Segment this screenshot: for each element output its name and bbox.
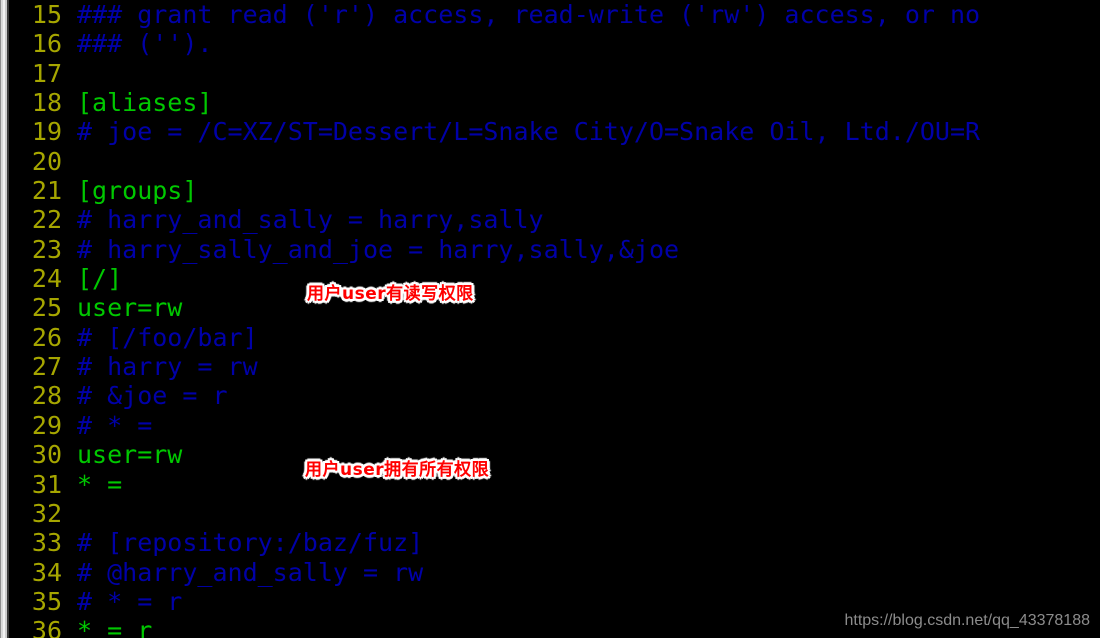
code-text: # harry = rw [77,352,258,382]
code-text: # [/foo/bar] [77,322,258,352]
code-text: # @harry_and_sally = rw [77,557,424,587]
line-number: 22 [31,205,62,235]
code-text: [/] [77,264,123,294]
line-number: 29 [31,410,62,440]
code-text: user=rw [77,440,183,470]
code-line[interactable]: 34 # @harry_and_sally = rw [9,558,1100,587]
code-line[interactable]: 18 [aliases] [9,88,1100,117]
line-number: 24 [31,264,62,294]
line-number: 15 [31,0,62,29]
window-left-border [0,0,9,638]
code-line[interactable]: 19 # joe = /C=XZ/ST=Dessert/L=Snake City/… [9,117,1100,146]
code-text: * = [77,469,123,499]
code-text: user=rw [77,293,183,323]
line-number: 27 [31,352,62,382]
code-text: [groups] [77,176,198,206]
code-text: # * = [77,410,153,440]
code-text: # * = r [77,586,183,616]
code-line[interactable]: 25 user=rw [9,293,1100,322]
line-number: 20 [31,146,62,176]
line-number: 31 [31,469,62,499]
line-number: 16 [31,29,62,59]
code-text: * = r [77,616,153,638]
code-line[interactable]: 31 * = [9,470,1100,499]
code-text: [aliases] [77,88,213,118]
line-number: 21 [31,176,62,206]
line-number: 26 [31,322,62,352]
code-line[interactable]: 23 # harry_sally_and_joe = harry,sally,&j… [9,235,1100,264]
code-text: # harry_and_sally = harry,sally [77,205,544,235]
line-number: 34 [31,557,62,587]
code-line[interactable]: 16 ### (''). [9,29,1100,58]
code-viewport[interactable]: 15 ### grant read ('r') access, read-writ… [9,0,1100,638]
line-number: 18 [31,88,62,118]
code-line[interactable]: 30 user=rw [9,440,1100,469]
code-line[interactable]: 29 # * = [9,411,1100,440]
code-line[interactable]: 15 ### grant read ('r') access, read-writ… [9,0,1100,29]
line-number: 35 [31,586,62,616]
line-number: 23 [31,234,62,264]
code-text: ### grant read ('r') access, read-write … [77,0,981,29]
watermark-blog-url: https://blog.csdn.net/qq_43378188 [844,612,1090,629]
code-line[interactable]: 22 # harry_and_sally = harry,sally [9,205,1100,234]
editor-screen: 15 ### grant read ('r') access, read-writ… [0,0,1100,638]
code-line[interactable]: 27 # harry = rw [9,352,1100,381]
code-line[interactable]: 21 [groups] [9,176,1100,205]
code-line[interactable]: 33 # [repository:/baz/fuz] [9,528,1100,557]
line-number: 25 [31,293,62,323]
code-text: ### (''). [77,29,213,59]
code-text: # joe = /C=XZ/ST=Dessert/L=Snake City/O=… [77,117,981,147]
line-number: 28 [31,381,62,411]
annotation-all-permission: 用户user拥有所有权限 [305,460,490,480]
line-number: 19 [31,117,62,147]
code-text: # &joe = r [77,381,228,411]
code-text: # harry_sally_and_joe = harry,sally,&joe [77,234,680,264]
code-line[interactable]: 28 # &joe = r [9,381,1100,410]
code-line[interactable]: 20 [9,147,1100,176]
line-number: 30 [31,440,62,470]
line-number: 36 [31,616,62,638]
line-number: 32 [31,498,62,528]
code-line[interactable]: 24 [/] [9,264,1100,293]
code-text: # [repository:/baz/fuz] [77,528,424,558]
code-line[interactable]: 32 [9,499,1100,528]
code-line[interactable]: 26 # [/foo/bar] [9,323,1100,352]
annotation-read-write-permission: 用户user有读写权限 [307,284,474,304]
code-line[interactable]: 17 [9,59,1100,88]
line-number: 33 [31,528,62,558]
line-number: 17 [31,58,62,88]
